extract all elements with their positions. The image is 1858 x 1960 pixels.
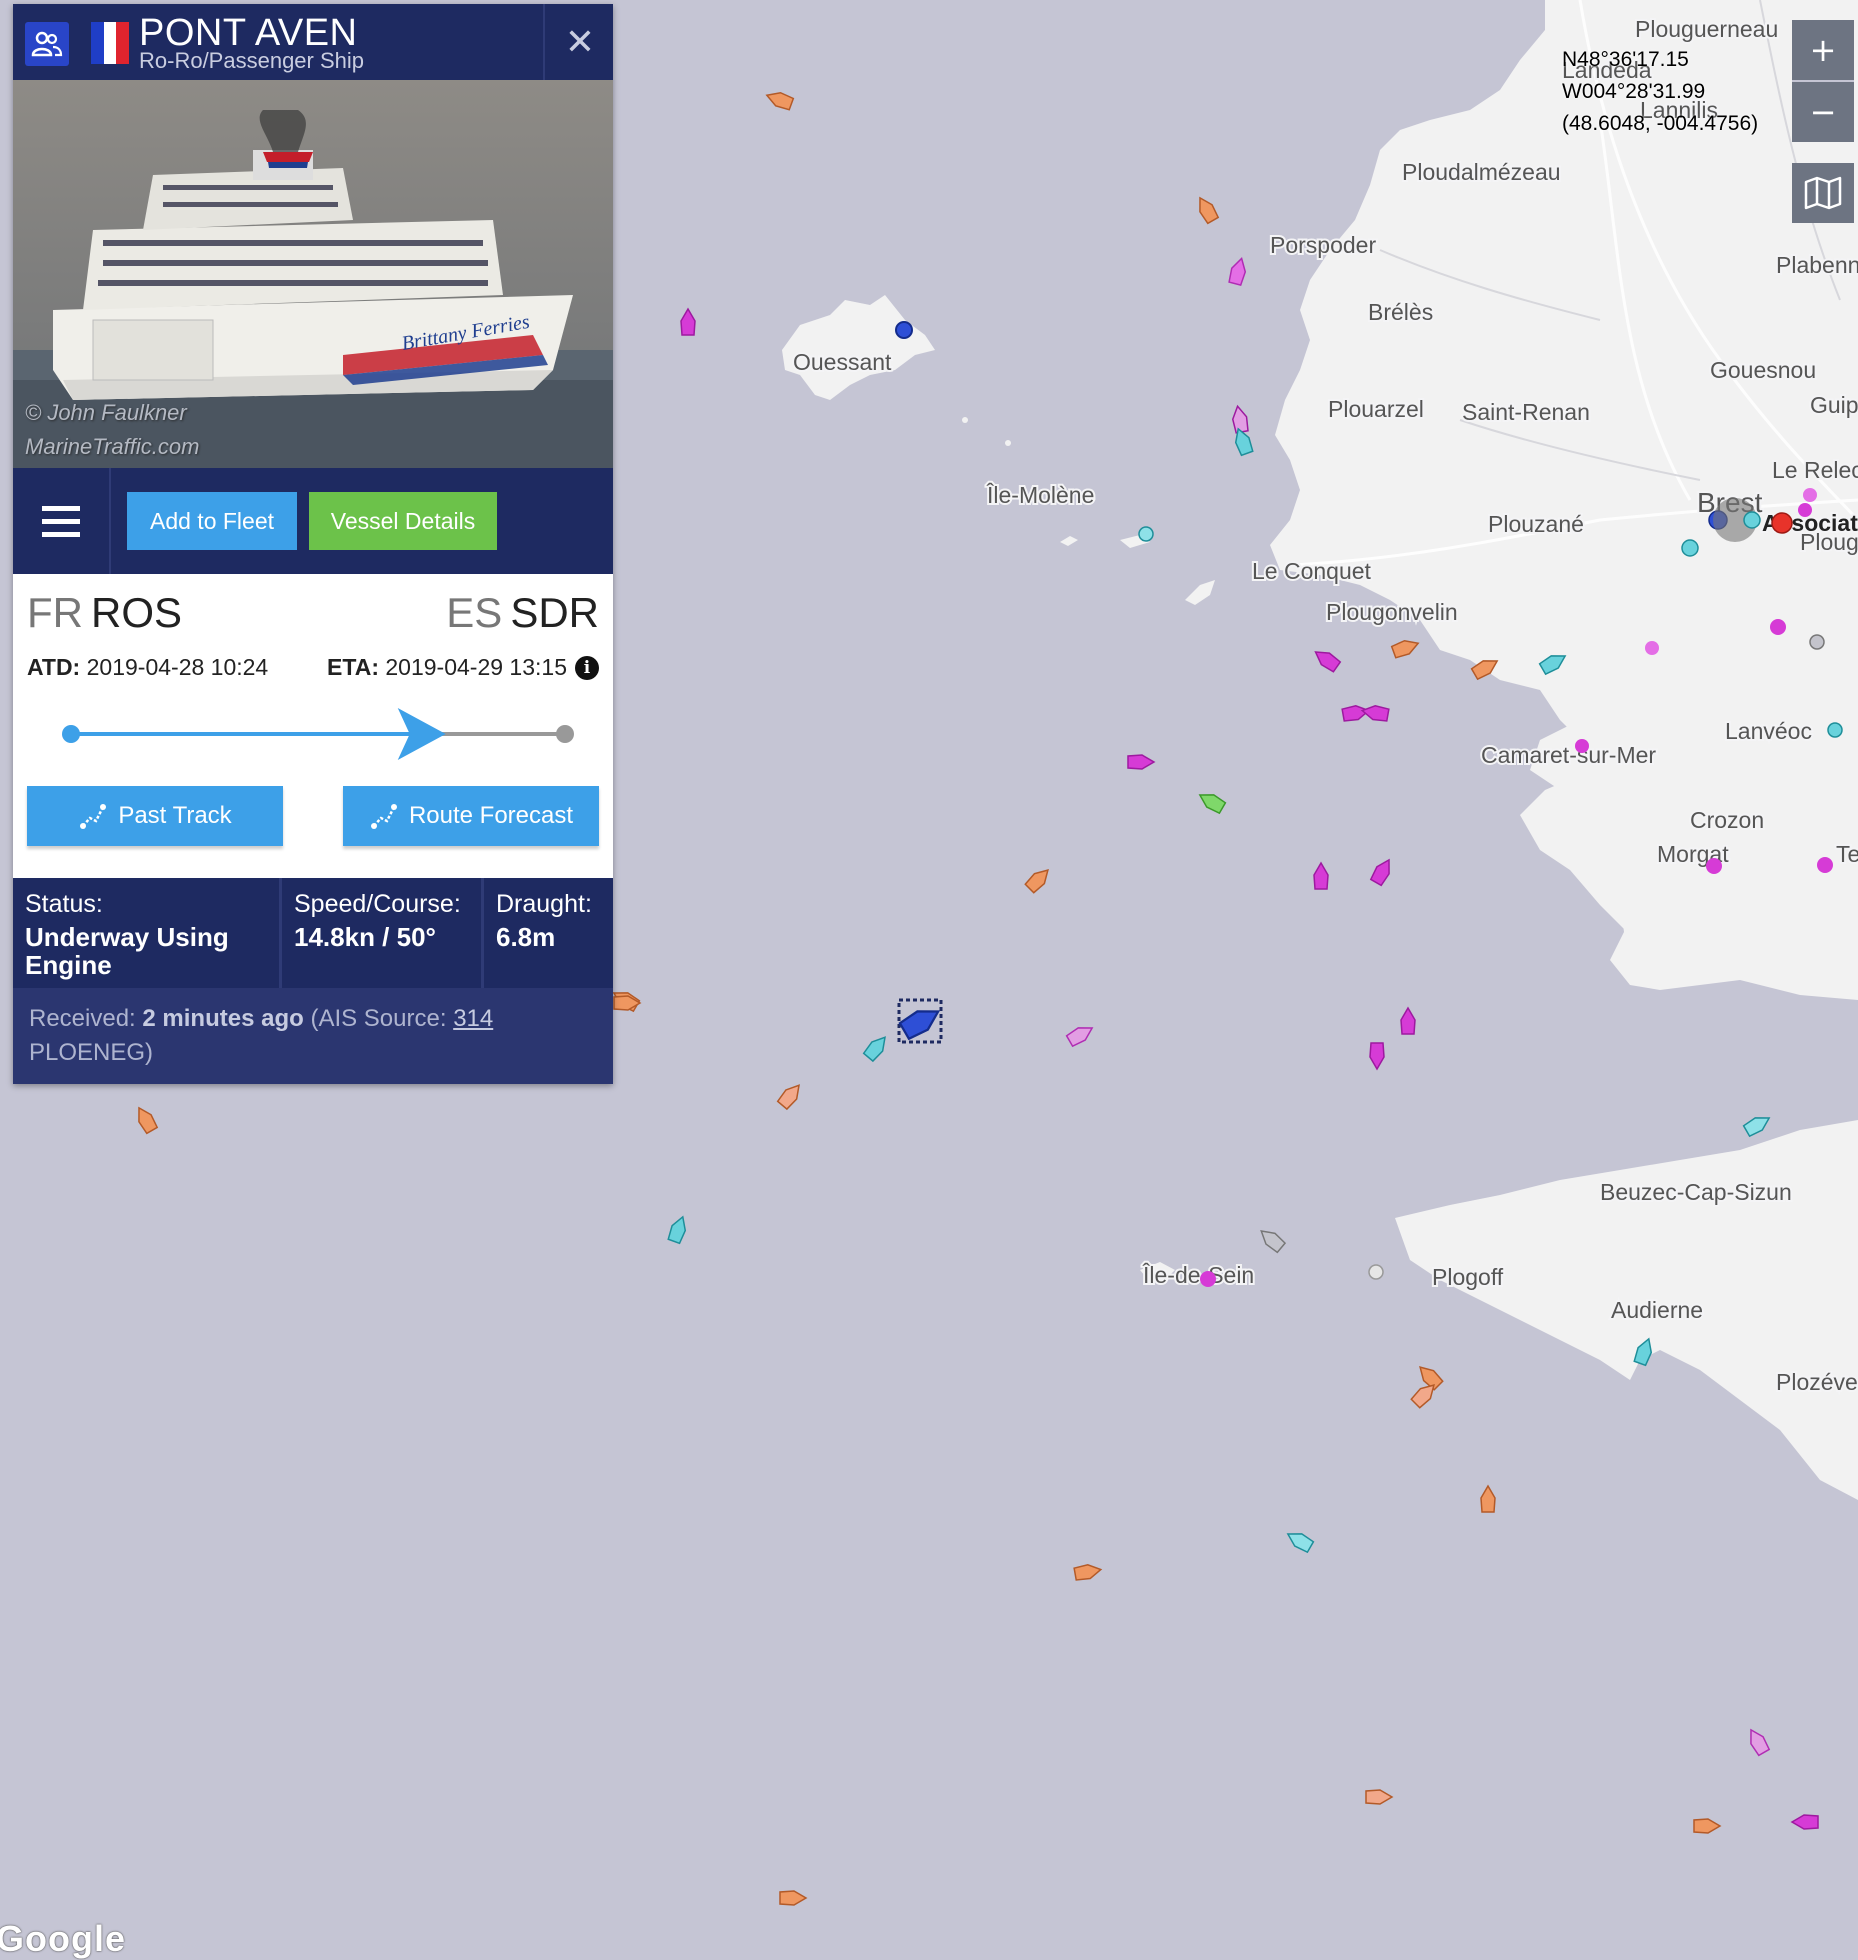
departure-country: FR bbox=[27, 589, 83, 636]
status-label: Status: bbox=[25, 890, 103, 918]
atd-row: ATD: 2019-04-28 10:24 bbox=[27, 654, 268, 681]
place-plogoff: Plogoff bbox=[1432, 1264, 1504, 1290]
info-icon[interactable]: i bbox=[575, 655, 599, 680]
atd-value: 2019-04-28 10:24 bbox=[86, 654, 269, 680]
coord-lon: W004°28'31.99 bbox=[1562, 80, 1706, 103]
status-grid: Status: Underway Using Engine Speed/Cour… bbox=[13, 878, 613, 988]
place-breles: Brélès bbox=[1368, 299, 1433, 325]
place-te: Te bbox=[1836, 841, 1858, 867]
zoom-in-button[interactable]: + bbox=[1792, 20, 1854, 82]
draught-label: Draught: bbox=[496, 890, 592, 918]
add-to-fleet-button[interactable]: Add to Fleet bbox=[127, 492, 297, 550]
departure-port-code: ROS bbox=[91, 589, 183, 636]
flag-france-icon bbox=[91, 22, 130, 64]
destination-port[interactable]: ES SDR bbox=[446, 589, 599, 637]
google-logo: Google bbox=[0, 1918, 126, 1959]
place-ile-molene: Île-Molène bbox=[986, 482, 1094, 508]
place-le-relec: Le Relec bbox=[1772, 457, 1858, 483]
photo-credit-line2: MarineTraffic.com bbox=[25, 434, 200, 459]
place-ploug: Ploug bbox=[1800, 529, 1858, 555]
place-plabennec: Plabennec bbox=[1776, 252, 1858, 278]
place-ploz: Plozéve bbox=[1776, 1369, 1858, 1395]
fleet-users-icon[interactable] bbox=[25, 22, 69, 66]
destination-dot bbox=[556, 725, 574, 743]
panel-header: PONT AVEN Ro-Ro/Passenger Ship ✕ bbox=[13, 4, 613, 80]
origin-dot bbox=[62, 725, 80, 743]
received-info: Received: 2 minutes ago (AIS Source: 314… bbox=[13, 988, 613, 1084]
eta-value: 2019-04-29 13:15 bbox=[385, 654, 567, 680]
draught-value: 6.8m bbox=[496, 922, 556, 952]
place-plouarzel: Plouarzel bbox=[1328, 396, 1424, 422]
status-cell: Status: Underway Using Engine bbox=[13, 878, 282, 988]
photo-credit-line1: © John Faulkner bbox=[25, 400, 187, 425]
place-lanveoc: Lanvéoc bbox=[1725, 718, 1812, 744]
past-track-label: Past Track bbox=[118, 802, 232, 829]
close-icon: ✕ bbox=[564, 21, 596, 63]
received-value: 2 minutes ago bbox=[142, 1005, 304, 1032]
map-icon bbox=[1804, 176, 1842, 210]
place-crozon: Crozon bbox=[1690, 807, 1764, 833]
place-gouesnou: Gouesnou bbox=[1710, 357, 1816, 383]
voyage-progress bbox=[62, 708, 574, 760]
route-icon bbox=[370, 804, 397, 829]
map-layers-button[interactable] bbox=[1792, 163, 1854, 223]
cursor-coordinates: N48°36'17.15 W004°28'31.99 (48.6048, -00… bbox=[1562, 44, 1758, 140]
vessel-type: Ro-Ro/Passenger Ship bbox=[139, 48, 365, 73]
departure-port[interactable]: FR ROS bbox=[27, 589, 182, 637]
atd-label: ATD: bbox=[27, 654, 81, 680]
zoom-out-button[interactable]: − bbox=[1792, 82, 1854, 142]
place-plougonvelin: Plougonvelin bbox=[1326, 599, 1458, 625]
received-label: Received: bbox=[29, 1005, 136, 1032]
route-forecast-label: Route Forecast bbox=[408, 802, 574, 829]
coord-decimal: (48.6048, -004.4756) bbox=[1562, 112, 1759, 135]
destination-country: ES bbox=[446, 589, 503, 636]
place-saint-renan: Saint-Renan bbox=[1462, 399, 1590, 425]
coord-lat: N48°36'17.15 bbox=[1562, 48, 1689, 71]
close-button[interactable]: ✕ bbox=[543, 4, 615, 80]
place-ouessant: Ouessant bbox=[793, 349, 892, 375]
place-camaret: Camaret-sur-Mer bbox=[1481, 742, 1656, 768]
destination-port-code: SDR bbox=[510, 589, 599, 636]
place-guip: Guip bbox=[1810, 392, 1858, 418]
hamburger-menu-button[interactable] bbox=[13, 468, 111, 574]
place-plouzane: Plouzané bbox=[1488, 511, 1584, 537]
place-audierne: Audierne bbox=[1611, 1297, 1703, 1323]
place-porspoder: Porspoder bbox=[1270, 232, 1376, 258]
place-beuzec: Beuzec-Cap-Sizun bbox=[1600, 1179, 1792, 1205]
vessel-photo[interactable]: Brittany Ferries © John Faulkner MarineT… bbox=[13, 80, 613, 468]
speed-cell: Speed/Course: 14.8kn / 50° bbox=[282, 878, 484, 988]
speed-label: Speed/Course: bbox=[294, 890, 461, 918]
draught-cell: Draught: 6.8m bbox=[484, 878, 613, 988]
place-ploudalmezeau: Ploudalmézeau bbox=[1402, 159, 1561, 185]
vessel-info-panel: PONT AVEN Ro-Ro/Passenger Ship ✕ Brittan… bbox=[13, 4, 613, 1084]
status-value: Underway Using Engine bbox=[25, 922, 229, 980]
place-ile-de-sein: Île-de-Sein bbox=[1142, 1262, 1254, 1288]
photo-credit: © John Faulkner MarineTraffic.com bbox=[25, 396, 199, 464]
eta-label: ETA: bbox=[327, 654, 379, 680]
past-track-button[interactable]: Past Track bbox=[27, 786, 283, 846]
route-forecast-button[interactable]: Route Forecast bbox=[343, 786, 599, 846]
vessel-details-button[interactable]: Vessel Details bbox=[309, 492, 497, 550]
eta-row: ETA: 2019-04-29 13:15 i bbox=[327, 654, 599, 681]
place-le-conquet: Le Conquet bbox=[1252, 558, 1372, 584]
place-plouguerneau: Plouguerneau bbox=[1635, 16, 1778, 42]
speed-value: 14.8kn / 50° bbox=[294, 922, 436, 952]
track-icon bbox=[80, 804, 107, 829]
ais-source-label: (AIS Source: bbox=[310, 1005, 447, 1032]
action-bar: Add to Fleet Vessel Details bbox=[13, 468, 613, 574]
ais-source-station: PLOENEG) bbox=[29, 1039, 154, 1066]
ais-source-link[interactable]: 314 bbox=[453, 1005, 493, 1032]
